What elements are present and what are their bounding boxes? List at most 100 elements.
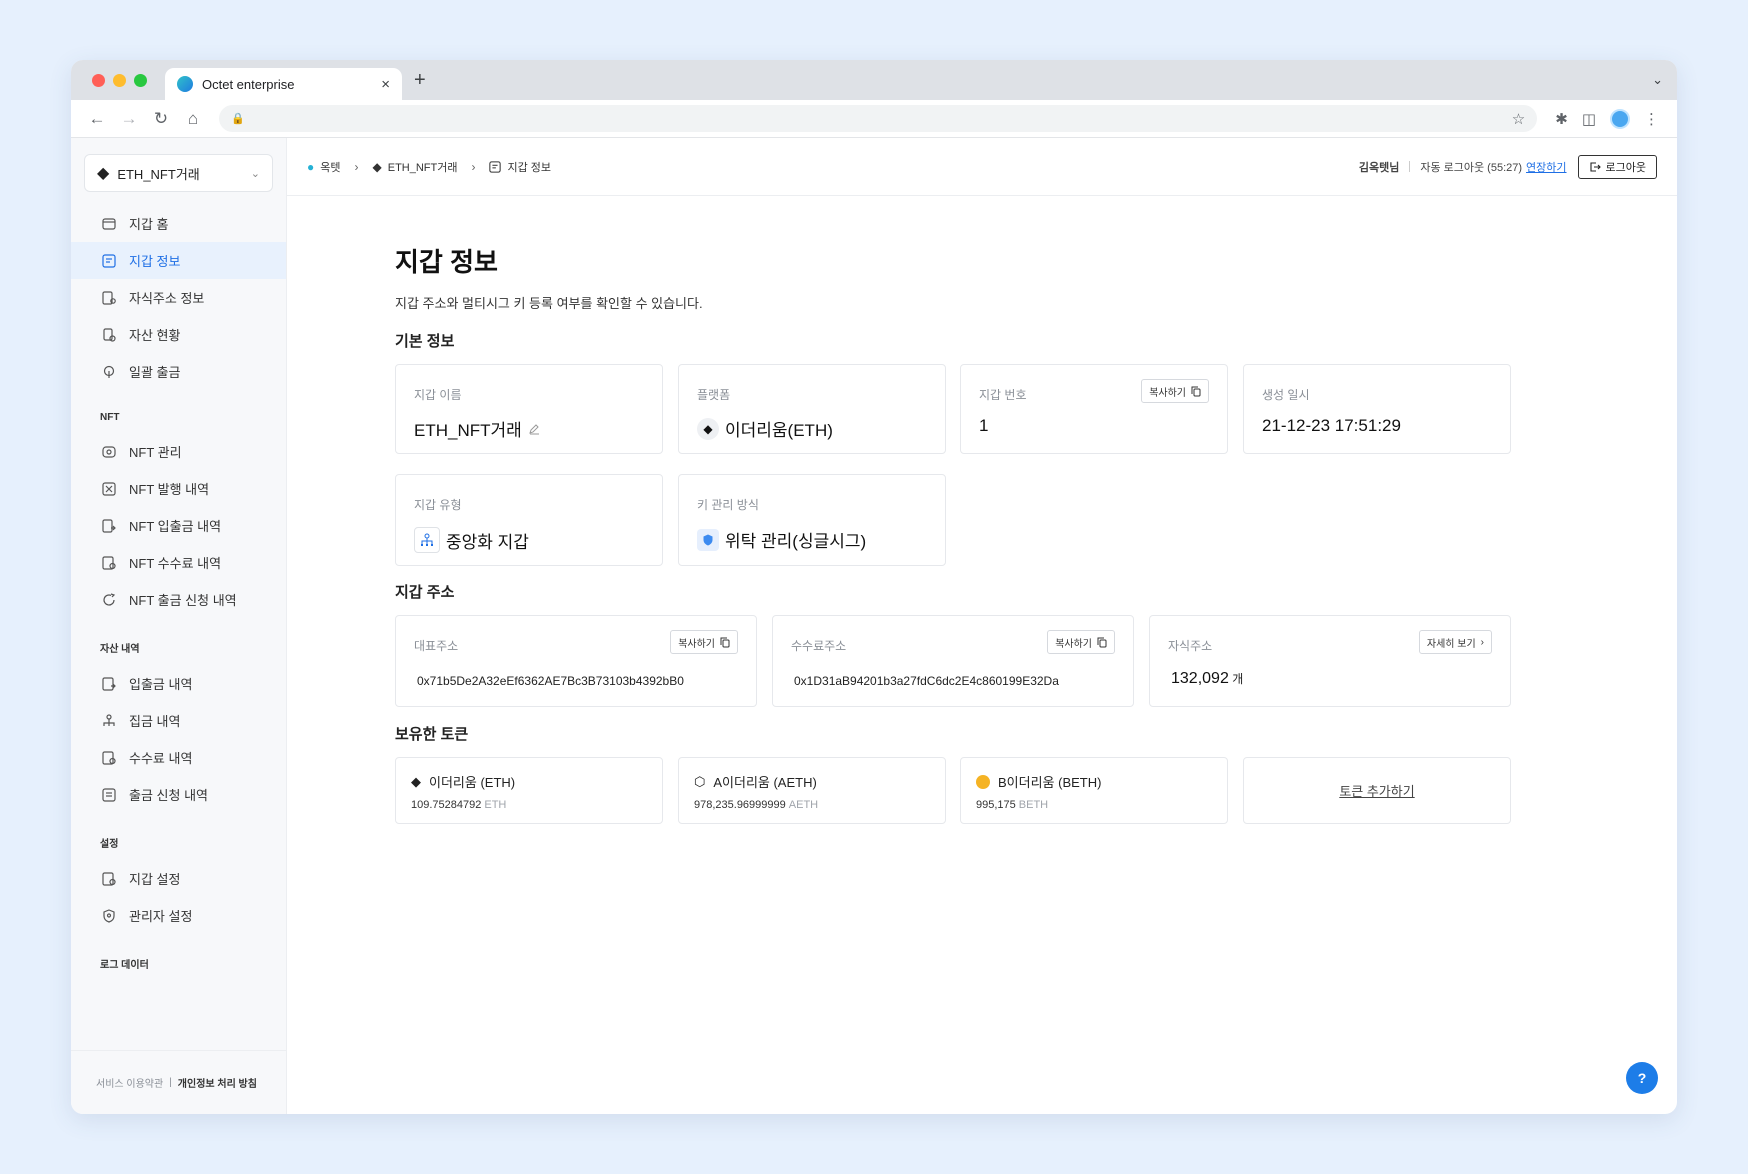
sidebar-item-wallet-settings[interactable]: 지갑 설정 <box>71 860 286 897</box>
nft-icon <box>101 444 117 460</box>
sidebar-item-wallet-home[interactable]: 지갑 홈 <box>71 205 286 242</box>
fee-icon <box>101 555 117 571</box>
fee-icon <box>101 750 117 766</box>
octet-logo-icon: ● <box>307 159 315 174</box>
browser-tab[interactable]: Octet enterprise × <box>165 68 402 100</box>
bookmark-star-icon[interactable]: ☆ <box>1512 110 1525 128</box>
nav-section-log[interactable]: 로그 데이터 <box>71 956 286 971</box>
sidebar-item-nft-withdraw-request[interactable]: NFT 출금 신청 내역 <box>71 581 286 618</box>
sidebar-item-deposit-withdraw[interactable]: 입출금 내역 <box>71 665 286 702</box>
request-icon <box>101 592 117 608</box>
forward-icon[interactable]: → <box>113 109 145 129</box>
wallet-number-value-wrap: 1 <box>979 416 988 436</box>
sidebar-item-nft-manage[interactable]: NFT 관리 <box>71 433 286 470</box>
sidebar-item-label: 입출금 내역 <box>129 677 193 692</box>
tab-title: Octet enterprise <box>202 76 295 92</box>
close-tab-icon[interactable]: × <box>381 76 390 93</box>
breadcrumb-wallet[interactable]: ETH_NFT거래 <box>388 159 458 175</box>
wallet-select-value: ETH_NFT거래 <box>117 166 200 182</box>
wallet-name-card: 지갑 이름 ETH_NFT거래 <box>395 364 663 454</box>
profile-avatar[interactable] <box>1610 108 1630 129</box>
wallet-name-label: 지갑 이름 <box>414 388 462 402</box>
privacy-link[interactable]: 개인정보 처리 방침 <box>178 1075 257 1090</box>
copy-fee-address-button[interactable]: 복사하기 <box>1047 630 1115 654</box>
sidebar-item-collection[interactable]: 집금 내역 <box>71 702 286 739</box>
extend-session-link[interactable]: 연장하기 <box>1526 159 1566 175</box>
maximize-window-button[interactable] <box>134 74 147 87</box>
add-token-link[interactable]: 토큰 추가하기 <box>1339 781 1414 800</box>
sidebar-item-fee[interactable]: 수수료 내역 <box>71 739 286 776</box>
logout-button[interactable]: 로그아웃 <box>1577 154 1657 179</box>
token-card-aeth[interactable]: ⬡ A이더리움 (AETH) 978,235.96999999 AETH <box>678 757 946 824</box>
child-address-detail-button[interactable]: 자세히 보기 › <box>1418 630 1492 654</box>
sidebar-item-withdraw-request[interactable]: 출금 신청 내역 <box>71 776 286 813</box>
minimize-window-button[interactable] <box>113 74 126 87</box>
token-name: B이더리움 (BETH) <box>998 775 1102 790</box>
close-window-button[interactable] <box>92 74 105 87</box>
help-button[interactable]: ? <box>1626 1062 1658 1094</box>
home-icon[interactable]: ⌂ <box>177 109 209 129</box>
token-card-beth[interactable]: B이더리움 (BETH) 995,175 BETH <box>960 757 1228 824</box>
fee-address-card: 수수료주소 복사하기 0x1D31aB94201b3a27fdC6dc2E4c8… <box>772 615 1134 707</box>
key-method-card: 키 관리 방식 위탁 관리(싱글시그) <box>678 474 946 566</box>
lock-icon: 🔒 <box>231 113 245 125</box>
fee-address-label: 수수료주소 <box>791 639 847 653</box>
terms-link[interactable]: 서비스 이용약관 <box>96 1075 163 1090</box>
token-amount-wrap: 978,235.96999999 AETH <box>694 799 818 811</box>
sidebar-item-label: 지갑 홈 <box>129 217 169 232</box>
wallet-number-label: 지갑 번호 <box>979 388 1027 402</box>
copy-icon <box>720 637 730 648</box>
side-panel-icon[interactable]: ◫ <box>1582 110 1596 128</box>
address-bar[interactable]: 🔒 ☆ <box>219 105 1538 132</box>
sidebar-item-label: 수수료 내역 <box>129 751 193 766</box>
browser-menu-icon[interactable]: ⋮ <box>1644 110 1659 128</box>
token-amount-wrap: 109.75284792 ETH <box>411 799 506 811</box>
sidebar-item-child-address[interactable]: 자식주소 정보 <box>71 279 286 316</box>
sidebar-item-batch-withdraw[interactable]: 일괄 출금 <box>71 353 286 390</box>
token-amount: 109.75284792 <box>411 799 482 811</box>
copy-wallet-number-button[interactable]: 복사하기 <box>1141 379 1209 403</box>
key-method-label: 키 관리 방식 <box>697 498 759 512</box>
logout-label: 로그아웃 <box>1605 161 1646 174</box>
add-token-card[interactable]: 토큰 추가하기 <box>1243 757 1511 824</box>
sidebar-item-label: 자식주소 정보 <box>129 291 205 306</box>
wallet-number-card: 지갑 번호 복사하기 1 <box>960 364 1228 454</box>
tab-bar: Octet enterprise × + ⌄ <box>71 60 1677 100</box>
sidebar-item-wallet-info[interactable]: 지갑 정보 <box>71 242 286 279</box>
sidebar-item-label: NFT 관리 <box>129 445 182 460</box>
tab-search-chevron-icon[interactable]: ⌄ <box>1652 72 1663 88</box>
child-address-card: 자식주소 자세히 보기 › 132,092 개 <box>1149 615 1511 707</box>
reload-icon[interactable]: ↻ <box>145 109 177 129</box>
copy-main-address-button[interactable]: 복사하기 <box>670 630 738 654</box>
breadcrumb-home[interactable]: 옥텟 <box>320 159 340 175</box>
ethereum-icon: ◆ <box>697 417 719 440</box>
key-method-value: 위탁 관리(싱글시그) <box>725 532 867 551</box>
app: ◆ ETH_NFT거래 ⌄ 지갑 홈 지갑 정보 자식주소 정보 자산 현황 일… <box>71 138 1677 1114</box>
main-address-card: 대표주소 복사하기 0x71b5De2A32eEf6362AE7Bc3B7310… <box>395 615 757 707</box>
wallet-settings-icon <box>101 871 117 887</box>
copy-icon <box>1191 386 1201 397</box>
batch-withdraw-icon <box>101 364 117 380</box>
back-icon[interactable]: ← <box>81 109 113 129</box>
sidebar-item-nft-mint-history[interactable]: NFT 발행 내역 <box>71 470 286 507</box>
created-at-value: 21-12-23 17:51:29 <box>1262 416 1401 435</box>
wallet-type-value-wrap: 중앙화 지갑 <box>414 527 529 553</box>
new-tab-button[interactable]: + <box>414 69 426 92</box>
wallet-type-label: 지갑 유형 <box>414 498 462 512</box>
wallet-select[interactable]: ◆ ETH_NFT거래 ⌄ <box>84 154 273 192</box>
sidebar-item-assets[interactable]: 자산 현황 <box>71 316 286 353</box>
child-address-icon <box>101 290 117 306</box>
nav-section-assets: 자산 내역 <box>100 644 140 655</box>
tokens-title: 보유한 토큰 <box>395 726 469 743</box>
sidebar-item-admin-settings[interactable]: 관리자 설정 <box>71 897 286 934</box>
ethereum-icon: ◆ <box>372 159 382 174</box>
sidebar-item-label: 집금 내역 <box>129 714 181 729</box>
sidebar-item-nft-transfer-history[interactable]: NFT 입출금 내역 <box>71 507 286 544</box>
sidebar-item-nft-fee-history[interactable]: NFT 수수료 내역 <box>71 544 286 581</box>
created-at-value-wrap: 21-12-23 17:51:29 <box>1262 416 1401 436</box>
child-address-count-wrap: 132,092 개 <box>1171 670 1243 688</box>
extensions-icon[interactable]: ✱ <box>1555 110 1568 128</box>
edit-pencil-icon[interactable] <box>528 423 540 435</box>
token-card-eth[interactable]: ◆ 이더리움 (ETH) 109.75284792 ETH <box>395 757 663 824</box>
copy-label: 복사하기 <box>1055 638 1092 650</box>
